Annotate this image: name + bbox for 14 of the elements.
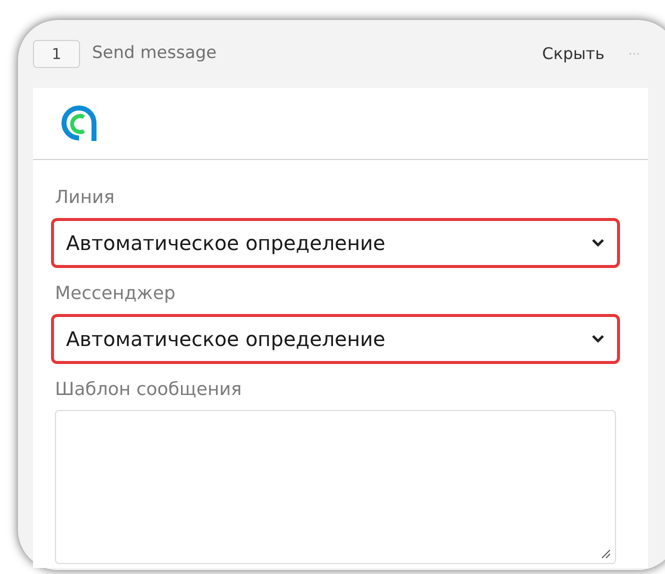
dropdown-field[interactable]: Автоматическое определение	[51, 314, 620, 364]
resize-handle-icon	[601, 549, 611, 559]
dropdown-field[interactable]: Автоматическое определение	[51, 218, 620, 268]
field-label: Мессенджер	[55, 282, 176, 306]
step-title: Send message	[92, 42, 217, 66]
dropdown-value: Автоматическое определение	[66, 230, 386, 257]
chevron-down-icon	[591, 334, 605, 344]
field-label: Линия	[55, 186, 116, 210]
message-template-field[interactable]	[55, 410, 616, 564]
dropdown-value: Автоматическое определение	[66, 326, 386, 353]
field-label: Шаблон сообщения	[55, 378, 243, 402]
hide-button[interactable]: Скрыть	[542, 42, 605, 66]
chevron-down-icon	[591, 238, 605, 248]
step-number: 1	[33, 40, 80, 68]
